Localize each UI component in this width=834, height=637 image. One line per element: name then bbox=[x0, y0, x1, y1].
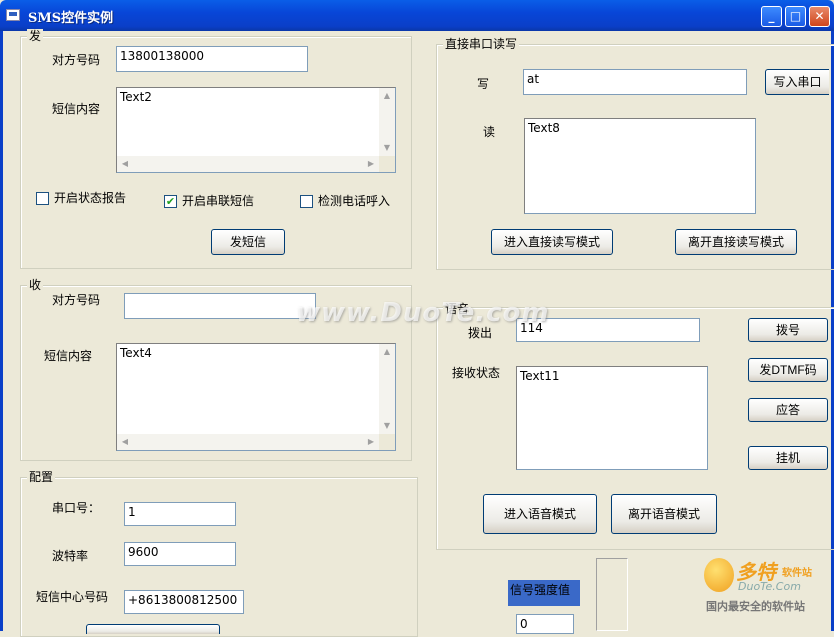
leave-direct-mode-button[interactable]: 离开直接读写模式 bbox=[675, 229, 797, 255]
scroll-down-icon[interactable]: ▼ bbox=[379, 418, 395, 434]
receive-content-textarea[interactable]: Text4 ▲ ▼ ◀ ▶ bbox=[116, 343, 396, 451]
close-button[interactable]: ✕ bbox=[809, 6, 830, 27]
scroll-corner bbox=[379, 434, 395, 450]
sms-center-label: 短信中心号码 bbox=[36, 590, 109, 604]
serial-read-label: 读 bbox=[483, 125, 496, 139]
sms-center-input[interactable]: +8613800812500 bbox=[124, 590, 244, 614]
send-content-textarea[interactable]: Text2 ▲ ▼ ◀ ▶ bbox=[116, 87, 396, 173]
port-label: 串口号： bbox=[52, 501, 101, 515]
receive-group-caption: 收 bbox=[27, 278, 44, 292]
leave-voice-mode-button[interactable]: 离开语音模式 bbox=[611, 494, 717, 534]
title-bar[interactable]: SMS控件实例 _ □ ✕ bbox=[0, 0, 834, 31]
receive-number-label: 对方号码 bbox=[52, 293, 101, 307]
scroll-down-icon[interactable]: ▼ bbox=[379, 140, 395, 156]
send-content-vscroll[interactable]: ▲ ▼ bbox=[379, 88, 395, 156]
dial-button[interactable]: 拨号 bbox=[748, 318, 828, 342]
scroll-up-icon[interactable]: ▲ bbox=[379, 88, 395, 104]
close-icon: ✕ bbox=[814, 9, 825, 23]
send-content-hscroll[interactable]: ◀ ▶ bbox=[117, 156, 379, 172]
scroll-right-icon[interactable]: ▶ bbox=[363, 434, 379, 450]
serial-write-label: 写 bbox=[477, 77, 490, 91]
mascot-icon bbox=[704, 558, 734, 592]
receive-status-textarea[interactable]: Text11 bbox=[516, 366, 708, 470]
detect-call-checkbox[interactable] bbox=[300, 195, 313, 208]
detect-call-checkbox-label[interactable]: 检测电话呼入 bbox=[318, 194, 390, 208]
maximize-icon: □ bbox=[789, 9, 802, 23]
duote-logo: 多特 软件站 DuoTe.Com 国内最安全的软件站 bbox=[698, 548, 830, 618]
port-input[interactable]: 1 bbox=[124, 502, 236, 526]
config-partial-button[interactable] bbox=[86, 624, 220, 634]
enter-voice-mode-button[interactable]: 进入语音模式 bbox=[483, 494, 597, 534]
report-checkbox-label[interactable]: 开启状态报告 bbox=[54, 191, 126, 205]
logo-site: DuoTe.Com bbox=[738, 580, 801, 593]
serial-sms-checkbox[interactable]: ✔ bbox=[164, 195, 177, 208]
dial-out-label: 拨出 bbox=[468, 326, 493, 340]
send-number-input[interactable]: 13800138000 bbox=[116, 46, 308, 72]
serial-write-input[interactable]: at bbox=[523, 69, 747, 95]
send-number-label: 对方号码 bbox=[52, 53, 101, 67]
watermark-text: www.DuoTe.com bbox=[296, 298, 550, 328]
serial-group-caption: 直接串口读写 bbox=[443, 37, 520, 51]
send-group-caption: 发 bbox=[27, 29, 44, 43]
serial-read-textarea[interactable]: Text8 bbox=[524, 118, 756, 214]
receive-content-vscroll[interactable]: ▲ ▼ bbox=[379, 344, 395, 434]
logo-slogan: 国内最安全的软件站 bbox=[706, 600, 805, 613]
receive-content-text: Text4 bbox=[120, 346, 152, 360]
scroll-left-icon[interactable]: ◀ bbox=[117, 434, 133, 450]
send-sms-button[interactable]: 发短信 bbox=[211, 229, 285, 255]
minimize-icon: _ bbox=[768, 9, 775, 23]
app-icon[interactable] bbox=[6, 9, 20, 21]
signal-strength-value: 0 bbox=[516, 614, 574, 634]
receive-status-label: 接收状态 bbox=[452, 366, 501, 380]
receive-content-label: 短信内容 bbox=[44, 349, 93, 363]
scroll-up-icon[interactable]: ▲ bbox=[379, 344, 395, 360]
baud-label: 波特率 bbox=[52, 549, 89, 563]
answer-button[interactable]: 应答 bbox=[748, 398, 828, 422]
serial-sms-checkbox-label[interactable]: 开启串联短信 bbox=[182, 194, 254, 208]
receive-number-input[interactable] bbox=[124, 293, 316, 319]
hangup-button[interactable]: 挂机 bbox=[748, 446, 828, 470]
send-content-text: Text2 bbox=[120, 90, 152, 104]
receive-content-hscroll[interactable]: ◀ ▶ bbox=[117, 434, 379, 450]
logo-brand-small: 软件站 bbox=[782, 568, 812, 579]
scroll-right-icon[interactable]: ▶ bbox=[363, 156, 379, 172]
report-checkbox[interactable] bbox=[36, 192, 49, 205]
write-serial-button[interactable]: 写入串口 bbox=[765, 69, 829, 95]
scroll-corner bbox=[379, 156, 395, 172]
config-group-caption: 配置 bbox=[27, 470, 56, 484]
send-dtmf-button[interactable]: 发DTMF码 bbox=[748, 358, 828, 382]
signal-strength-bar bbox=[596, 558, 628, 631]
maximize-button[interactable]: □ bbox=[785, 6, 806, 27]
signal-strength-label: 信号强度值 bbox=[508, 580, 580, 606]
enter-direct-mode-button[interactable]: 进入直接读写模式 bbox=[491, 229, 613, 255]
minimize-button[interactable]: _ bbox=[761, 6, 782, 27]
checkmark-icon: ✔ bbox=[165, 195, 176, 208]
window-title: SMS控件实例 bbox=[28, 11, 114, 26]
scroll-left-icon[interactable]: ◀ bbox=[117, 156, 133, 172]
send-content-label: 短信内容 bbox=[52, 102, 101, 116]
baud-input[interactable]: 9600 bbox=[124, 542, 236, 566]
